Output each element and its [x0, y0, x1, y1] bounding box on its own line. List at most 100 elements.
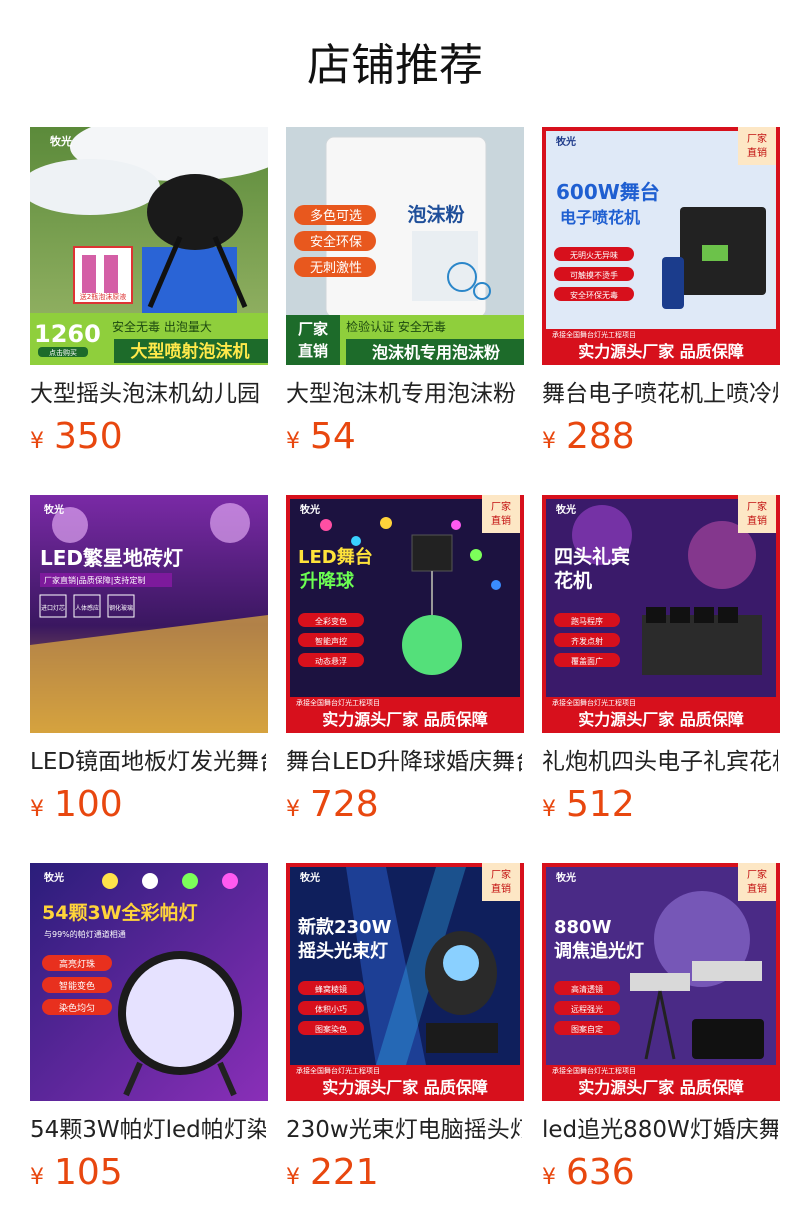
bullet: 智能声控	[315, 636, 347, 646]
image-strip: 承接全国舞台灯光工程项目	[552, 698, 636, 707]
bullet: 无明火无异味	[570, 250, 618, 260]
image-headline: LED繁星地砖灯	[40, 546, 183, 570]
product-name[interactable]: 舞台电子喷花机上喷冷焰火	[542, 377, 778, 411]
corner-2: 直销	[747, 882, 767, 895]
image-subline: 与99%的帕灯通道相通	[44, 929, 126, 939]
product-price: ¥221	[286, 1149, 379, 1197]
corner-2: 直销	[491, 514, 511, 527]
product-image[interactable]: 厂家 直销 牧光 新款230W 摇头光束灯 蜂窝棱镜 体积小巧 图案染色 承接全…	[286, 863, 524, 1101]
image-slogan: 安全无毒 出泡量大	[112, 319, 212, 334]
product-image[interactable]: 牧光 LED繁星地砖灯 厂家直销|品质保障|支持定制 进口灯芯 人体感应 钢化玻…	[30, 495, 268, 733]
brand-logo: 牧光	[50, 134, 72, 148]
product-card[interactable]: 厂家 直销 牧光 LED舞台 升降球 全彩变色 智能声控 动态悬浮 承接全国舞台…	[286, 495, 524, 835]
product-card[interactable]: 厂家 直销 牧光 新款230W 摇头光束灯 蜂窝棱镜 体积小巧 图案染色 承接全…	[286, 863, 524, 1203]
product-image[interactable]: 厂家 直销 牧光 880W 调焦追光灯 高清透镜 远程强光 图案自定 承接全国舞…	[542, 863, 780, 1101]
corner-1: 厂家	[491, 500, 511, 513]
bag-title: 泡沫粉	[407, 203, 464, 226]
price-amount: 728	[310, 784, 379, 825]
bullet: 图案自定	[571, 1024, 603, 1034]
store-recommendations: 店铺推荐 送2瓶泡沫原液 1260 点击购买 安全无毒 出泡量大 大型喷射泡沫机…	[0, 0, 790, 1232]
headline-2: 花机	[554, 569, 592, 592]
corner-1: 厂家	[747, 868, 767, 881]
bullet: 多色可选	[310, 208, 362, 224]
image-strip: 承接全国舞台灯光工程项目	[552, 330, 636, 339]
bullet: 体积小巧	[315, 1004, 347, 1014]
product-card[interactable]: 厂家 直销 牧光 四头礼宾 花机 跑马程序 齐发点射 覆盖面广 承接全国舞台灯光…	[542, 495, 780, 835]
price-amount: 512	[566, 784, 635, 825]
bullet: 染色均匀	[59, 1002, 95, 1014]
product-image[interactable]: 厂家 直销 牧光 四头礼宾 花机 跑马程序 齐发点射 覆盖面广 承接全国舞台灯光…	[542, 495, 780, 733]
product-image[interactable]: 厂家 直销 牧光 LED舞台 升降球 全彩变色 智能声控 动态悬浮 承接全国舞台…	[286, 495, 524, 733]
image-banner: 实力源头厂家 品质保障	[578, 342, 744, 361]
price-amount: 105	[54, 1152, 123, 1193]
tag: 进口灯芯	[41, 604, 65, 612]
corner-1: 厂家	[491, 868, 511, 881]
product-card[interactable]: 泡沫粉 多色可选 安全环保 无刺激性 厂家 直销 检验认证 安全无毒 泡沫机专用…	[286, 127, 524, 467]
headline-1: 880W	[554, 917, 612, 938]
product-card[interactable]: 送2瓶泡沫原液 1260 点击购买 安全无毒 出泡量大 大型喷射泡沫机 牧光 大…	[30, 127, 268, 467]
product-name[interactable]: 大型摇头泡沫机幼儿园	[30, 377, 266, 411]
image-banner: 实力源头厂家 品质保障	[322, 1078, 488, 1097]
bullet: 覆盖面广	[571, 656, 603, 666]
brand-logo: 牧光	[44, 871, 64, 884]
product-price: ¥105	[30, 1149, 123, 1197]
product-price: ¥512	[542, 781, 635, 829]
price-amount: 221	[310, 1152, 379, 1193]
price-amount: 350	[54, 416, 123, 457]
currency-symbol: ¥	[286, 429, 300, 454]
badge-sub: 点击购买	[49, 348, 77, 357]
product-name[interactable]: 礼炮机四头电子礼宾花机	[542, 745, 778, 779]
image-banner: 实力源头厂家 品质保障	[322, 710, 488, 729]
product-image[interactable]: 牧光 54颗3W全彩帕灯 与99%的帕灯通道相通 高亮灯珠 智能变色 染色均匀	[30, 863, 268, 1101]
corner-2: 直销	[747, 146, 767, 159]
product-name[interactable]: 舞台LED升降球婚庆舞台	[286, 745, 522, 779]
image-banner: 实力源头厂家 品质保障	[578, 710, 744, 729]
image-strip: 承接全国舞台灯光工程项目	[296, 698, 380, 707]
product-card[interactable]: 厂家 直销 牧光 600W舞台 电子喷花机 无明火无异味 可触摸不烫手 安全环保…	[542, 127, 780, 467]
tag: 人体感应	[75, 604, 99, 612]
product-card[interactable]: 牧光 54颗3W全彩帕灯 与99%的帕灯通道相通 高亮灯珠 智能变色 染色均匀 …	[30, 863, 268, 1203]
image-slogan: 检验认证 安全无毒	[346, 319, 446, 334]
headline-1: 新款230W	[298, 916, 392, 938]
currency-symbol: ¥	[30, 429, 44, 454]
product-image[interactable]: 送2瓶泡沫原液 1260 点击购买 安全无毒 出泡量大 大型喷射泡沫机 牧光	[30, 127, 268, 365]
gift-label: 送2瓶泡沫原液	[80, 292, 126, 301]
currency-symbol: ¥	[286, 797, 300, 822]
corner-1: 厂家	[747, 132, 767, 145]
price-badge: 1260	[34, 320, 101, 348]
product-image[interactable]: 泡沫粉 多色可选 安全环保 无刺激性 厂家 直销 检验认证 安全无毒 泡沫机专用…	[286, 127, 524, 365]
image-strip: 承接全国舞台灯光工程项目	[552, 1066, 636, 1075]
image-subline: 厂家直销|品质保障|支持定制	[44, 575, 145, 585]
brand-logo: 牧光	[556, 503, 576, 516]
bullet: 高清透镜	[571, 984, 603, 994]
bullet: 无刺激性	[310, 261, 362, 276]
product-price: ¥54	[286, 413, 356, 461]
brand-logo: 牧光	[556, 135, 576, 148]
brand-logo: 牧光	[44, 503, 64, 516]
headline-1: LED舞台	[298, 546, 373, 568]
product-name[interactable]: LED镜面地板灯发光舞台	[30, 745, 266, 779]
image-banner: 实力源头厂家 品质保障	[578, 1078, 744, 1097]
currency-symbol: ¥	[30, 797, 44, 822]
product-card[interactable]: 厂家 直销 牧光 880W 调焦追光灯 高清透镜 远程强光 图案自定 承接全国舞…	[542, 863, 780, 1203]
tag: 钢化玻璃	[109, 604, 133, 612]
headline-1: 600W舞台	[556, 180, 660, 204]
image-banner: 大型喷射泡沫机	[131, 341, 250, 362]
currency-symbol: ¥	[30, 1165, 44, 1190]
price-amount: 636	[566, 1152, 635, 1193]
section-title: 店铺推荐	[307, 40, 483, 91]
corner-2: 直销	[298, 342, 328, 360]
bullet: 智能变色	[59, 980, 95, 992]
product-image[interactable]: 厂家 直销 牧光 600W舞台 电子喷花机 无明火无异味 可触摸不烫手 安全环保…	[542, 127, 780, 365]
headline-2: 摇头光束灯	[298, 940, 388, 962]
product-name[interactable]: 230w光束灯电脑摇头灯	[286, 1113, 522, 1147]
product-name[interactable]: 大型泡沫机专用泡沫粉	[286, 377, 522, 411]
bullet: 安全环保无毒	[570, 290, 618, 300]
product-name[interactable]: led追光880W灯婚庆舞台	[542, 1113, 778, 1147]
product-name[interactable]: 54颗3W帕灯led帕灯染色	[30, 1113, 266, 1147]
product-card[interactable]: 牧光 LED繁星地砖灯 厂家直销|品质保障|支持定制 进口灯芯 人体感应 钢化玻…	[30, 495, 268, 835]
bullet: 图案染色	[315, 1024, 347, 1034]
brand-logo: 牧光	[300, 503, 320, 516]
product-price: ¥100	[30, 781, 123, 829]
bullet: 跑马程序	[571, 616, 603, 626]
